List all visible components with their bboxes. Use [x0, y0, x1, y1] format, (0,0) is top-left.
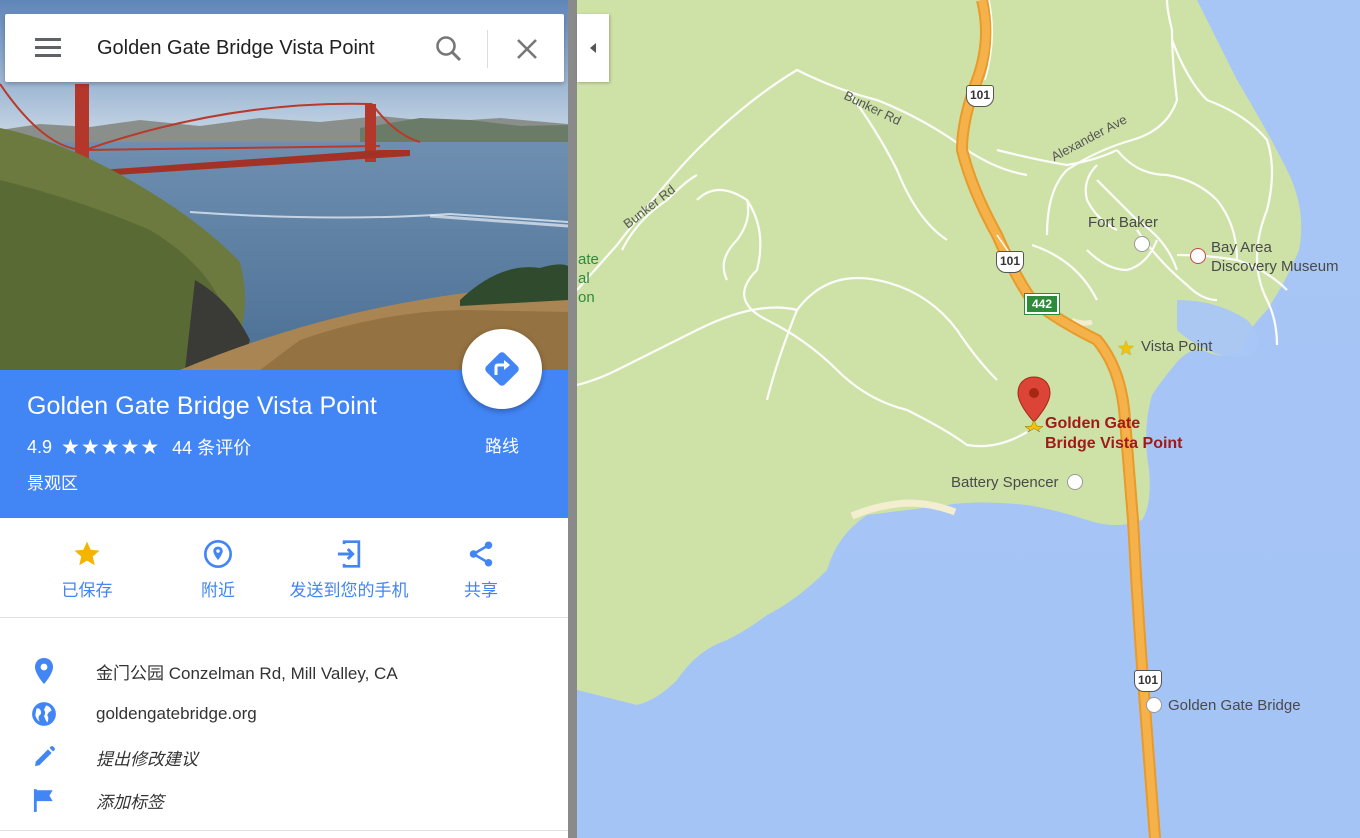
add-label-row[interactable]: 添加标签: [0, 784, 568, 816]
vista-point-star-icon[interactable]: ★: [1117, 336, 1135, 361]
map-label-vista-point[interactable]: Vista Point: [1141, 338, 1212, 355]
place-info: 金门公园 Conzelman Rd, Mill Valley, CA golde…: [0, 619, 568, 831]
send-to-phone-button[interactable]: 发送到您的手机: [287, 536, 411, 601]
nearby-button[interactable]: 附近: [192, 536, 244, 601]
menu-button[interactable]: [29, 36, 69, 62]
share-label: 共享: [464, 581, 498, 600]
place-title: Golden Gate Bridge Vista Point: [27, 392, 377, 420]
selected-place-label[interactable]: Golden Gate Bridge Vista Point: [1045, 414, 1183, 454]
map-label-bay-area[interactable]: Bay Area: [1211, 239, 1272, 256]
action-bar: 已保存 附近 发送到您的手机 共享: [0, 518, 568, 618]
suggest-edit-text: 提出修改建议: [96, 749, 198, 769]
map-label-park-partial: al: [578, 270, 590, 287]
globe-icon: [32, 702, 56, 726]
us101-shield: 101: [966, 85, 994, 107]
send-to-phone-icon: [337, 540, 361, 568]
us101-shield: 101: [1134, 670, 1162, 692]
rating-value: 4.9: [27, 436, 53, 457]
bridge-icon[interactable]: [1146, 697, 1162, 713]
menu-icon-bar: [35, 54, 61, 57]
searchbox-divider: [487, 30, 488, 68]
location-pin-icon: [35, 658, 53, 684]
selected-place-label-line1: Golden Gate: [1045, 415, 1141, 432]
share-button[interactable]: 共享: [455, 536, 507, 601]
map-label-fort-baker[interactable]: Fort Baker: [1088, 214, 1158, 231]
map-label-battery-spencer[interactable]: Battery Spencer: [951, 474, 1059, 491]
save-button[interactable]: 已保存: [56, 536, 118, 601]
place-panel: Golden Gate Bridge Vista Point 4.9 ★★★★★…: [0, 0, 568, 838]
selected-place-label-line2: Bridge Vista Point: [1045, 435, 1183, 452]
chevron-left-icon: [590, 43, 596, 53]
map-label-golden-gate-bridge[interactable]: Golden Gate Bridge: [1168, 697, 1301, 714]
search-button[interactable]: [433, 33, 465, 65]
directions-icon: [485, 352, 519, 386]
flag-icon: [33, 789, 53, 812]
star-icon: [74, 541, 100, 566]
map-label-park-partial: on: [578, 289, 595, 306]
add-label-text: 添加标签: [96, 792, 164, 812]
website-row[interactable]: goldengatebridge.org: [0, 698, 568, 730]
menu-icon-bar: [35, 46, 61, 49]
search-box: [5, 14, 564, 82]
address-row[interactable]: 金门公园 Conzelman Rd, Mill Valley, CA: [0, 655, 568, 687]
directions-label: 路线: [485, 437, 519, 456]
website-link[interactable]: goldengatebridge.org: [96, 704, 257, 724]
map-label-park-partial: ate: [578, 251, 599, 268]
search-icon: [436, 36, 462, 62]
map-label-discovery-museum[interactable]: Discovery Museum: [1211, 258, 1339, 275]
poi-icon-battery-spencer[interactable]: [1067, 474, 1083, 490]
menu-icon: [35, 38, 61, 41]
save-label: 已保存: [61, 581, 113, 600]
close-icon: [517, 39, 537, 59]
rating-stars: ★★★★★: [61, 435, 161, 459]
address-text: 金门公园 Conzelman Rd, Mill Valley, CA: [96, 663, 398, 683]
suggest-edit-row[interactable]: 提出修改建议: [0, 741, 568, 773]
directions-button[interactable]: [462, 329, 542, 409]
reviews-link[interactable]: 44 条评价: [172, 434, 251, 460]
rating-row: 4.9 ★★★★★ 44 条评价: [27, 434, 251, 460]
us101-shield: 101: [996, 251, 1024, 273]
place-category[interactable]: 景观区: [27, 469, 78, 494]
poi-icon-fort-baker[interactable]: [1134, 236, 1150, 252]
nearby-icon: [204, 540, 232, 568]
send-to-phone-label: 发送到您的手机: [289, 581, 409, 600]
share-icon: [469, 541, 493, 567]
museum-icon[interactable]: [1190, 248, 1206, 264]
pencil-icon: [35, 745, 56, 766]
collapse-panel-button[interactable]: [577, 14, 609, 82]
clear-search-button[interactable]: [512, 34, 542, 64]
nearby-label: 附近: [201, 581, 235, 600]
panel-splitter[interactable]: [568, 0, 577, 838]
ca442-shield: 442: [1024, 293, 1060, 315]
search-input[interactable]: [97, 32, 417, 64]
